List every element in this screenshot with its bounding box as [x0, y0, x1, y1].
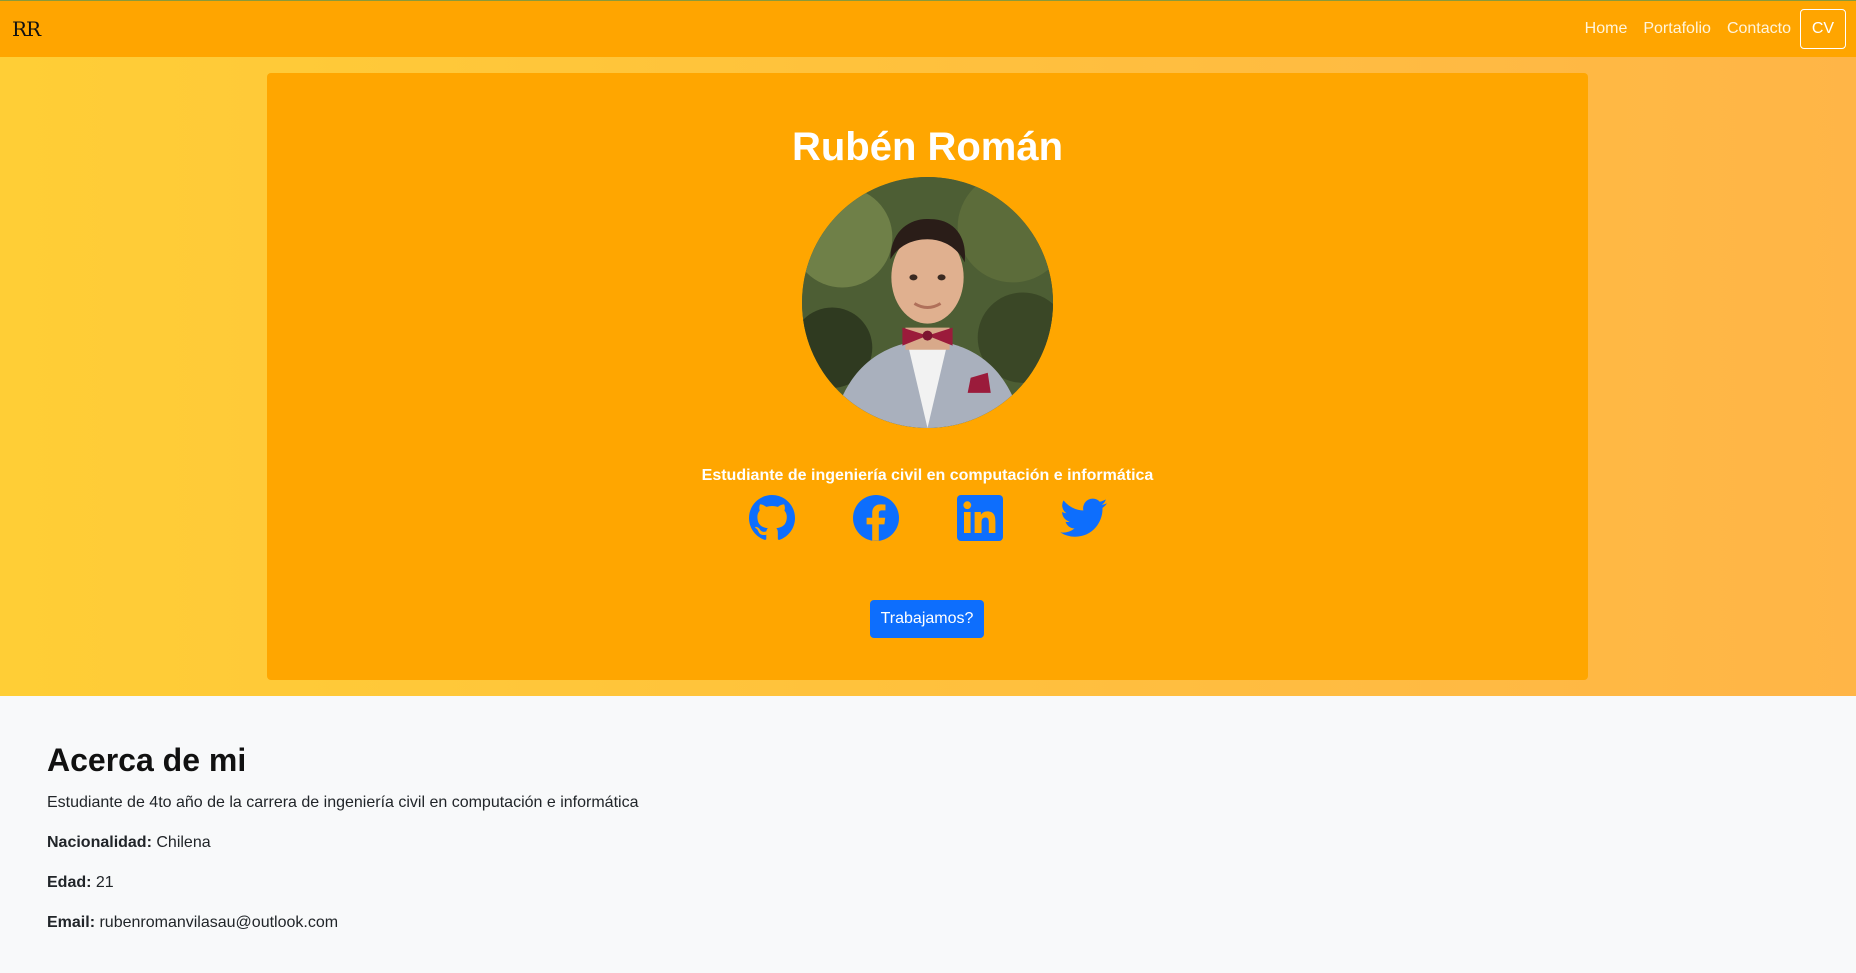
nav-link-contacto[interactable]: Contacto — [1727, 20, 1791, 38]
profile-photo — [802, 177, 1053, 428]
nationality-row: Nacionalidad: Chilena — [47, 833, 1747, 852]
twitter-icon[interactable] — [1059, 494, 1108, 542]
hero-section: Rubén Román Estudiante de ingeniería civ… — [0, 57, 1856, 696]
hero-subtitle: Estudiante de ingeniería civil en comput… — [701, 467, 1154, 484]
email-value: rubenromanvilasau@outlook.com — [99, 914, 339, 931]
nationality-value: Chilena — [156, 834, 211, 851]
age-label: Edad: — [47, 874, 92, 891]
facebook-icon[interactable] — [852, 494, 900, 542]
email-label: Email: — [47, 914, 96, 931]
hero-card: Rubén Román Estudiante de ingeniería civ… — [267, 73, 1588, 680]
nav-link-portafolio[interactable]: Portafolio — [1643, 20, 1711, 38]
linkedin-icon[interactable] — [956, 494, 1004, 542]
navbar: RR Home Portafolio Contacto CV — [0, 0, 1856, 57]
github-icon[interactable] — [748, 494, 796, 542]
about-heading: Acerca de mi — [47, 742, 247, 778]
about-section: Acerca de mi Estudiante de 4to año de la… — [47, 742, 1747, 953]
age-row: Edad: 21 — [47, 873, 1747, 892]
cv-button[interactable]: CV — [1800, 9, 1846, 49]
nav-link-home[interactable]: Home — [1585, 20, 1628, 38]
trabajamos-button[interactable]: Trabajamos? — [870, 600, 984, 638]
nationality-label: Nacionalidad: — [47, 834, 152, 851]
page-title: Rubén Román — [791, 125, 1064, 169]
social-links — [267, 494, 1588, 542]
nav-links: Home Portafolio Contacto CV — [1569, 1, 1846, 57]
age-value: 21 — [95, 874, 114, 891]
about-description: Estudiante de 4to año de la carrera de i… — [47, 794, 639, 811]
email-row: Email: rubenromanvilasau@outlook.com — [47, 913, 1747, 932]
brand-logo[interactable]: RR — [12, 17, 41, 41]
avatar — [802, 177, 1053, 428]
